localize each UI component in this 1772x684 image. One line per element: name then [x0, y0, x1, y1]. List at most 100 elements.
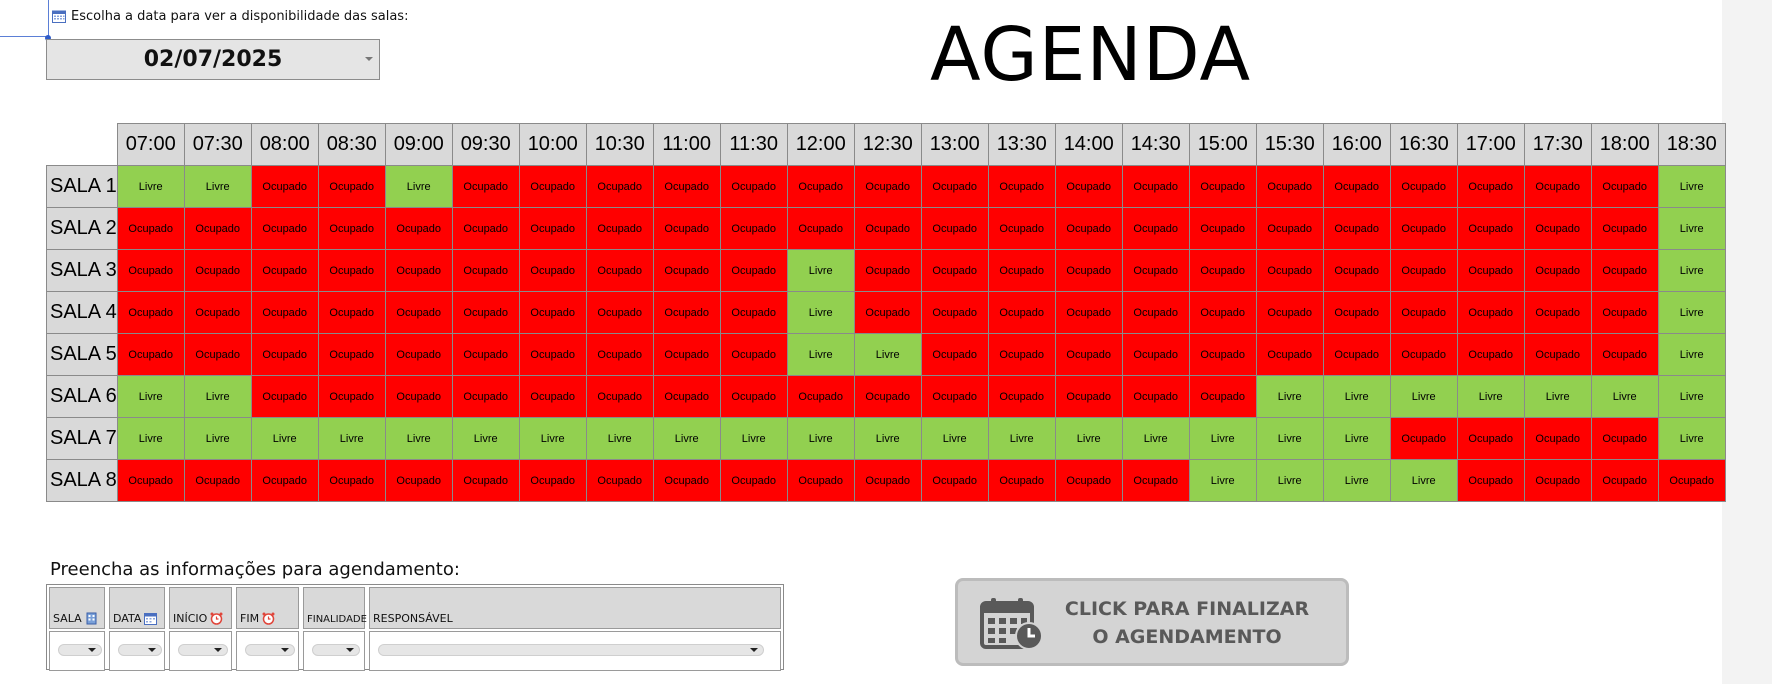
- slot-ocupado: Ocupado: [1121, 375, 1190, 418]
- slot-ocupado: Ocupado: [652, 375, 721, 418]
- slot-ocupado: Ocupado: [250, 459, 319, 502]
- room-label: SALA 2: [46, 207, 118, 250]
- slot-ocupado: Ocupado: [183, 249, 252, 292]
- date-value: 02/07/2025: [143, 47, 283, 72]
- slot-ocupado: Ocupado: [451, 165, 520, 208]
- finalidade-dropdown[interactable]: [303, 631, 365, 671]
- fim-select[interactable]: [245, 644, 295, 656]
- room-row: SALA 8 Ocupado Ocupado Ocupado Ocupado Ocupad…: [46, 459, 1726, 502]
- calendar-clock-icon: [980, 598, 1043, 650]
- room-row: SALA 4 Ocupado Ocupado Ocupado Ocupado Ocupad…: [46, 291, 1726, 334]
- calendar-icon: [144, 613, 158, 625]
- slot-ocupado: Ocupado: [585, 291, 654, 334]
- slot-ocupado: Ocupado: [518, 375, 587, 418]
- slot-ocupado: Ocupado: [920, 375, 989, 418]
- responsavel-select[interactable]: [378, 644, 764, 656]
- slot-ocupado: Ocupado: [853, 459, 922, 502]
- time-header: 15:30: [1255, 123, 1324, 166]
- room-label: SALA 5: [46, 333, 118, 376]
- slot-livre: Livre: [1657, 417, 1726, 460]
- slot-ocupado: Ocupado: [1590, 291, 1659, 334]
- form-title: Preencha as informações para agendamento…: [50, 559, 460, 580]
- data-dropdown[interactable]: [109, 631, 165, 671]
- form-header-responsavel: RESPONSÁVEL: [369, 587, 781, 629]
- sala-dropdown[interactable]: [49, 631, 105, 671]
- time-header: 16:30: [1389, 123, 1458, 166]
- alarm-clock-icon: [262, 612, 275, 625]
- slot-ocupado: Ocupado: [250, 249, 319, 292]
- finalidade-select[interactable]: [312, 644, 360, 656]
- slot-livre: Livre: [116, 417, 185, 460]
- slot-ocupado: Ocupado: [250, 375, 319, 418]
- inicio-dropdown[interactable]: [169, 631, 232, 671]
- slot-livre: Livre: [1523, 375, 1592, 418]
- chevron-down-icon[interactable]: [365, 57, 373, 61]
- slot-ocupado: Ocupado: [853, 165, 922, 208]
- time-header-row: 07:00 07:30 08:00 08:30 09:00 09:30 10:00 10:30…: [46, 123, 1726, 166]
- slot-livre: Livre: [1188, 417, 1257, 460]
- room-row: SALA 1 Livre Livre Ocupado Ocupado Livre Ocupa…: [46, 165, 1726, 208]
- grid-corner: [46, 123, 118, 166]
- chevron-down-icon: [148, 648, 156, 652]
- finalize-booking-button[interactable]: CLICK PARA FINALIZAR O AGENDAMENTO: [955, 578, 1349, 666]
- slot-livre: Livre: [451, 417, 520, 460]
- slot-ocupado: Ocupado: [1054, 291, 1123, 334]
- slot-livre: Livre: [652, 417, 721, 460]
- slot-ocupado: Ocupado: [1322, 249, 1391, 292]
- slot-livre: Livre: [853, 333, 922, 376]
- chevron-down-icon: [214, 648, 222, 652]
- form-label-sala: SALA: [53, 612, 82, 625]
- time-header: 10:30: [585, 123, 654, 166]
- slot-livre: Livre: [1657, 333, 1726, 376]
- chevron-down-icon: [281, 648, 289, 652]
- slot-ocupado: Ocupado: [518, 165, 587, 208]
- slot-livre: Livre: [1657, 207, 1726, 250]
- slot-ocupado: Ocupado: [250, 165, 319, 208]
- form-label-responsavel: RESPONSÁVEL: [373, 612, 453, 625]
- slot-livre: Livre: [1255, 417, 1324, 460]
- slot-ocupado: Ocupado: [719, 249, 788, 292]
- slot-ocupado: Ocupado: [652, 249, 721, 292]
- slot-ocupado: Ocupado: [786, 165, 855, 208]
- slot-livre: Livre: [1657, 375, 1726, 418]
- slot-ocupado: Ocupado: [1322, 333, 1391, 376]
- slot-ocupado: Ocupado: [1121, 207, 1190, 250]
- slot-livre: Livre: [1657, 291, 1726, 334]
- slot-ocupado: Ocupado: [116, 291, 185, 334]
- responsavel-dropdown[interactable]: [369, 631, 781, 671]
- slot-livre: Livre: [384, 165, 453, 208]
- slot-ocupado: Ocupado: [1590, 333, 1659, 376]
- slot-ocupado: Ocupado: [987, 333, 1056, 376]
- slot-livre: Livre: [518, 417, 587, 460]
- slot-ocupado: Ocupado: [652, 459, 721, 502]
- slot-ocupado: Ocupado: [1456, 207, 1525, 250]
- slot-ocupado: Ocupado: [1054, 249, 1123, 292]
- slot-ocupado: Ocupado: [1389, 291, 1458, 334]
- time-header: 18:00: [1590, 123, 1659, 166]
- slot-ocupado: Ocupado: [116, 249, 185, 292]
- slot-ocupado: Ocupado: [1188, 165, 1257, 208]
- data-select[interactable]: [118, 644, 162, 656]
- slot-ocupado: Ocupado: [1322, 207, 1391, 250]
- slot-ocupado: Ocupado: [317, 375, 386, 418]
- inicio-select[interactable]: [178, 644, 228, 656]
- sala-select[interactable]: [58, 644, 102, 656]
- slot-ocupado: Ocupado: [1121, 291, 1190, 334]
- slot-ocupado: Ocupado: [518, 207, 587, 250]
- slot-livre: Livre: [920, 417, 989, 460]
- form-label-data: DATA: [113, 612, 142, 625]
- finalize-label-line2: O AGENDAMENTO: [1092, 626, 1282, 648]
- date-picker[interactable]: 02/07/2025: [46, 39, 380, 80]
- slot-ocupado: Ocupado: [451, 291, 520, 334]
- slot-ocupado: Ocupado: [518, 459, 587, 502]
- slot-livre: Livre: [786, 417, 855, 460]
- slot-livre: Livre: [1322, 417, 1391, 460]
- slot-ocupado: Ocupado: [1054, 375, 1123, 418]
- slot-ocupado: Ocupado: [920, 249, 989, 292]
- chevron-down-icon: [346, 648, 354, 652]
- fim-dropdown[interactable]: [236, 631, 299, 671]
- booking-form: SALA DATA INÍCIO FIM FINALIDADE RESPONSÁ…: [46, 584, 784, 671]
- slot-ocupado: Ocupado: [853, 375, 922, 418]
- slot-ocupado: Ocupado: [317, 291, 386, 334]
- slot-ocupado: Ocupado: [1188, 333, 1257, 376]
